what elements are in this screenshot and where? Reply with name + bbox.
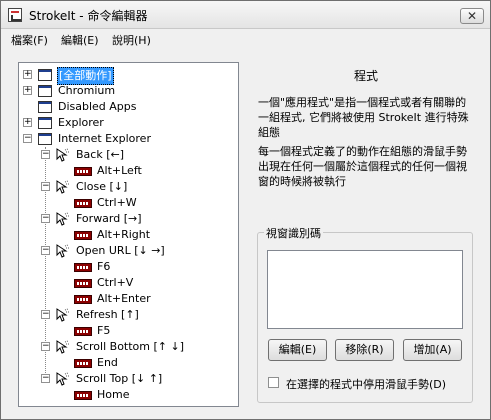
command-editor-window: StrokeIt - 命令編輯器 ✕ 檔案(F) 編輯(E) 說明(H) + [… xyxy=(0,0,491,420)
app-icon xyxy=(38,133,52,145)
menu-file[interactable]: 檔案(F) xyxy=(11,32,48,48)
tree-item-hotkey[interactable]: End xyxy=(19,355,238,371)
tree-item-action[interactable]: − Open URL [↓ →] xyxy=(19,243,238,259)
keyboard-icon xyxy=(74,279,92,288)
collapse-icon[interactable]: − xyxy=(23,134,32,143)
window-title: StrokeIt - 命令編輯器 xyxy=(29,9,148,23)
tree-item-action[interactable]: − Scroll Top [↓ ↑] xyxy=(19,371,238,387)
collapse-icon[interactable]: − xyxy=(41,374,50,383)
tree-item-action[interactable]: − Back [←] xyxy=(19,147,238,163)
window-id-list[interactable] xyxy=(267,250,463,329)
menu-bar: 檔案(F) 編輯(E) 說明(H) xyxy=(1,29,490,49)
menu-edit[interactable]: 編輯(E) xyxy=(61,32,99,48)
collapse-icon[interactable]: − xyxy=(41,182,50,191)
tree-item-hotkey[interactable]: Ctrl+W xyxy=(19,195,238,211)
tree-item-label: Back [←] xyxy=(76,148,125,161)
tree-item-label: Open URL [↓ →] xyxy=(76,244,165,257)
app-icon xyxy=(38,101,52,113)
gesture-icon xyxy=(56,180,69,194)
keyboard-icon xyxy=(74,263,92,272)
tree-item-label: End xyxy=(97,356,118,369)
app-icon xyxy=(38,69,52,81)
tree-item-hotkey[interactable]: Alt+Left xyxy=(19,163,238,179)
tree-item-label: Chromium xyxy=(58,84,116,97)
gesture-icon xyxy=(56,308,69,322)
panel-title: 程式 xyxy=(354,69,379,83)
title-bar: StrokeIt - 命令編輯器 ✕ xyxy=(1,1,490,29)
command-tree[interactable]: + [全部動作] + Chromium Disabled Apps + Expl… xyxy=(18,62,239,407)
tree-item-hotkey[interactable]: Alt+Enter xyxy=(19,291,238,307)
tree-item-action[interactable]: − Scroll Bottom [↑ ↓] xyxy=(19,339,238,355)
collapse-icon[interactable]: − xyxy=(41,150,50,159)
tree-item-label: F5 xyxy=(97,324,111,337)
tree-item-label: Close [↓] xyxy=(76,180,128,193)
gesture-icon xyxy=(56,340,69,354)
keyboard-icon xyxy=(74,359,92,368)
tree-item-action[interactable]: − Refresh [↑] xyxy=(19,307,238,323)
close-button[interactable]: ✕ xyxy=(460,8,484,24)
app-icon xyxy=(38,117,52,129)
app-icon xyxy=(38,85,52,97)
tree-item-label: Scroll Top [↓ ↑] xyxy=(76,372,163,385)
gesture-icon xyxy=(56,212,69,226)
gesture-icon xyxy=(56,372,69,386)
tree-item-label: Alt+Left xyxy=(97,164,142,177)
tree-item-label: Scroll Bottom [↑ ↓] xyxy=(76,340,185,353)
tree-item-internet-explorer[interactable]: − Internet Explorer xyxy=(19,131,238,147)
tree-item-explorer[interactable]: + Explorer xyxy=(19,115,238,131)
gesture-icon xyxy=(56,148,69,162)
tree-item-disabled-apps[interactable]: Disabled Apps xyxy=(19,99,238,115)
tree-item-chromium[interactable]: + Chromium xyxy=(19,83,238,99)
tree-item-action[interactable]: − Forward [→] xyxy=(19,211,238,227)
menu-help[interactable]: 說明(H) xyxy=(112,32,151,48)
tree-item-label: Explorer xyxy=(58,116,104,129)
strokeit-app-icon xyxy=(8,8,22,22)
tree-item-label: Home xyxy=(97,388,130,401)
tree-item-action[interactable]: − Close [↓] xyxy=(19,179,238,195)
tree-item-hotkey[interactable]: F6 xyxy=(19,259,238,275)
edit-button[interactable]: 編輯(E) xyxy=(268,339,327,361)
keyboard-icon xyxy=(74,167,92,176)
tree-item-label: Alt+Right xyxy=(97,228,151,241)
collapse-icon[interactable]: − xyxy=(41,310,50,319)
keyboard-icon xyxy=(74,231,92,240)
app-description: 一個"應用程式"是指一個程式或者有關聯的一組程式, 它們將被使用 StrokeI… xyxy=(258,96,469,139)
disable-gestures-label: 在選擇的程式中停用滑鼠手勢(D) xyxy=(286,378,447,391)
expand-icon[interactable]: + xyxy=(23,118,32,127)
window-id-label: 視窗識別碼 xyxy=(264,225,323,241)
collapse-icon[interactable]: − xyxy=(41,214,50,223)
keyboard-icon xyxy=(74,295,92,304)
tree-item-label: Disabled Apps xyxy=(58,100,137,113)
tree-item-label: Alt+Enter xyxy=(97,292,151,305)
add-button[interactable]: 增加(A) xyxy=(403,339,462,361)
expand-icon[interactable]: + xyxy=(23,70,32,79)
remove-button[interactable]: 移除(R) xyxy=(335,339,394,361)
tree-item-hotkey[interactable]: Alt+Right xyxy=(19,227,238,243)
collapse-icon[interactable]: − xyxy=(41,342,50,351)
gesture-icon xyxy=(56,244,69,258)
keyboard-icon xyxy=(74,327,92,336)
keyboard-icon xyxy=(74,391,92,400)
action-description: 每一個程式定義了的動作在組態的滑鼠手勢出現在任何一個屬於這個程式的任何一個視窗的… xyxy=(258,145,467,188)
collapse-icon[interactable]: − xyxy=(41,246,50,255)
tree-item-hotkey[interactable]: Ctrl+V xyxy=(19,275,238,291)
tree-item-hotkey[interactable]: F5 xyxy=(19,323,238,339)
tree-item-label: Forward [→] xyxy=(76,212,142,225)
disable-gestures-checkbox[interactable] xyxy=(268,377,279,388)
tree-item-label: Refresh [↑] xyxy=(76,308,139,321)
tree-item-label: Ctrl+W xyxy=(97,196,137,209)
expand-icon[interactable]: + xyxy=(23,86,32,95)
tree-item-all-actions[interactable]: + [全部動作] xyxy=(19,67,238,85)
tree-item-hotkey[interactable]: Home xyxy=(19,387,238,403)
tree-item-label: Internet Explorer xyxy=(58,132,151,145)
tree-item-label: F6 xyxy=(97,260,111,273)
tree-item-label: Ctrl+V xyxy=(97,276,134,289)
keyboard-icon xyxy=(74,199,92,208)
